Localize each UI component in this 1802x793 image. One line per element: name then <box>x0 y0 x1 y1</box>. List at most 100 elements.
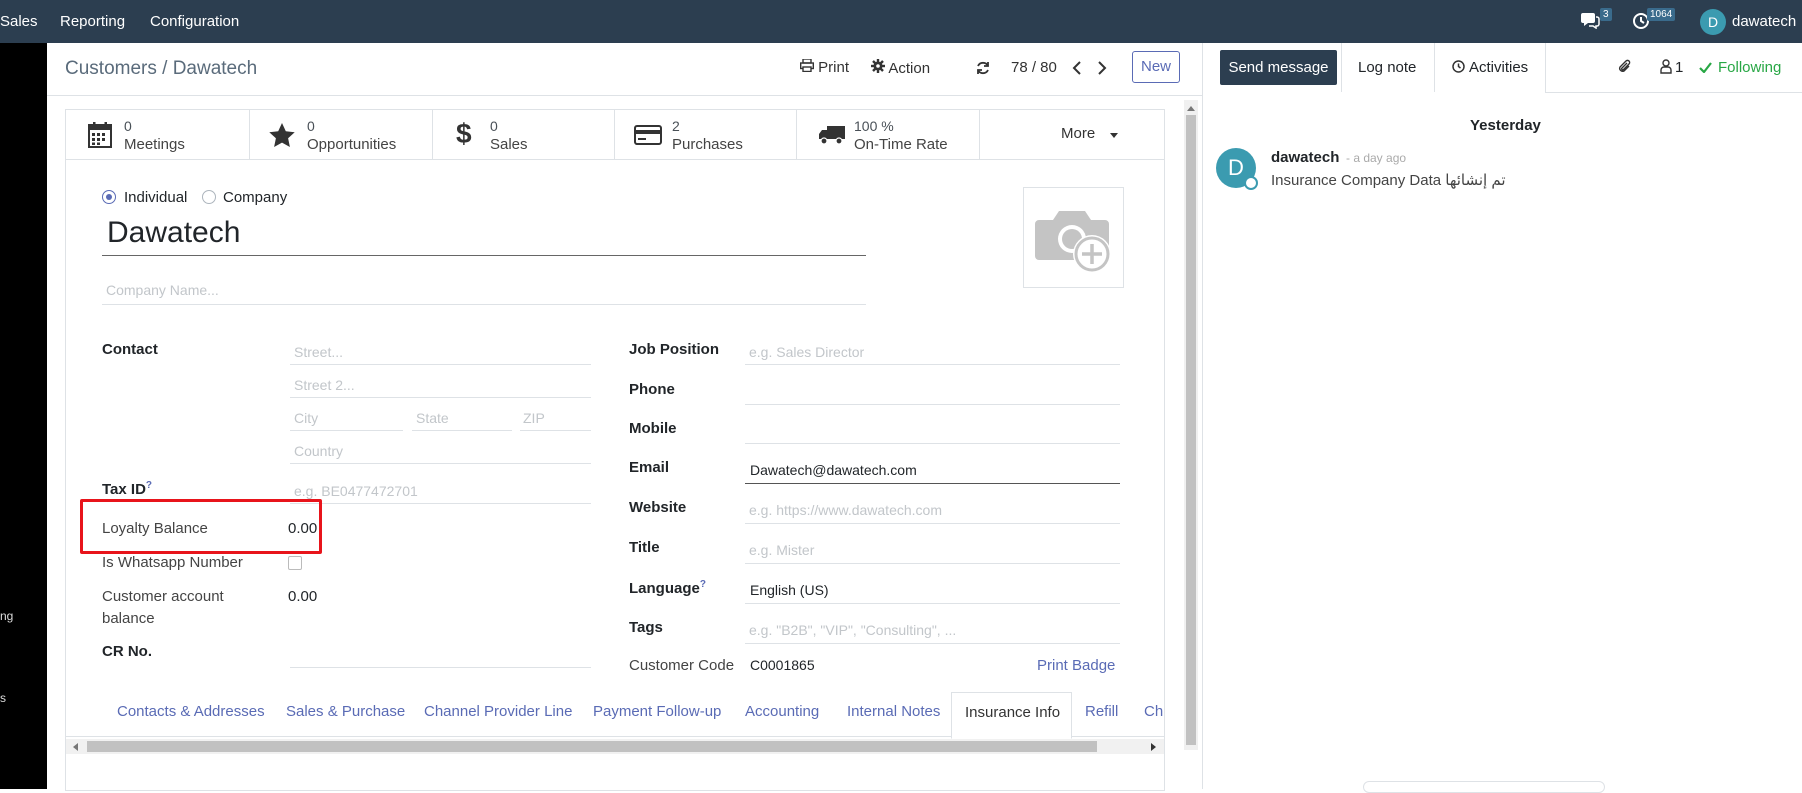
user-avatar[interactable]: D <box>1700 9 1726 35</box>
smart-button-purchases[interactable]: 2 Purchases <box>614 110 797 159</box>
company-name-input[interactable]: Company Name... <box>106 282 219 298</box>
zip-input[interactable]: ZIP <box>523 410 545 426</box>
partner-name-field[interactable]: Dawatech <box>107 216 240 250</box>
scrollbar-thumb[interactable] <box>1186 115 1196 745</box>
log-note-label: Log note <box>1358 59 1417 76</box>
website-label: Website <box>629 499 687 516</box>
menu-configuration[interactable]: Configuration <box>150 13 239 30</box>
activities-button[interactable]: Activities <box>1433 43 1546 92</box>
image-upload[interactable] <box>1023 187 1124 288</box>
menu-reporting[interactable]: Reporting <box>60 13 125 30</box>
log-note-button[interactable]: Log note <box>1341 43 1435 92</box>
job-position-input[interactable]: e.g. Sales Director <box>749 344 864 360</box>
tags-input[interactable]: e.g. "B2B", "VIP", "Consulting", ... <box>749 622 956 638</box>
city-input[interactable]: City <box>294 410 318 426</box>
user-name[interactable]: dawatech <box>1732 13 1796 30</box>
date-separator: Yesterday <box>1470 117 1541 134</box>
scroll-right-icon[interactable] <box>1151 743 1156 751</box>
calendar-icon <box>88 122 112 148</box>
company-label[interactable]: Company <box>223 189 287 206</box>
smart-button-opportunities[interactable]: 0 Opportunities <box>249 110 433 159</box>
more-label: More <box>1061 125 1096 142</box>
state-input[interactable]: State <box>416 410 449 426</box>
scroll-up-icon[interactable] <box>1187 106 1195 111</box>
street2-input[interactable]: Street 2... <box>294 377 355 393</box>
tags-label: Tags <box>629 619 663 636</box>
message-time: - a day ago <box>1346 151 1407 165</box>
new-button[interactable]: New <box>1132 51 1180 83</box>
followers-count[interactable]: 1 <box>1675 59 1683 76</box>
smart-button-on-time-rate[interactable]: 100 % On-Time Rate <box>796 110 980 159</box>
breadcrumb-current: Dawatech <box>172 58 258 79</box>
smart-button-value: 0 <box>490 118 498 134</box>
form-sheet: 0 Meetings 0 Opportunities $ 0 Sales 2 P… <box>65 109 1165 791</box>
smart-button-meetings[interactable]: 0 Meetings <box>66 110 250 159</box>
email-input[interactable]: Dawatech@dawatech.com <box>750 462 917 478</box>
following-button[interactable]: Following <box>1718 59 1781 76</box>
breadcrumb: Customers / Dawatech <box>65 58 257 80</box>
loyalty-balance-value: 0.00 <box>288 520 318 537</box>
tab-label: Insurance Info <box>965 704 1061 721</box>
company-underline <box>102 304 866 305</box>
pager-previous-icon[interactable] <box>1072 61 1082 79</box>
tab-insurance-info[interactable]: Insurance Info <box>951 692 1072 739</box>
clock-icon <box>1452 60 1465 73</box>
smart-button-sales[interactable]: $ 0 Sales <box>432 110 615 159</box>
field-underline <box>745 643 1120 644</box>
scrollbar-thumb[interactable] <box>87 741 1097 752</box>
pager-next-icon[interactable] <box>1097 61 1107 79</box>
field-underline <box>412 430 512 431</box>
breadcrumb-parent[interactable]: Customers <box>65 58 157 79</box>
tab-internal-notes[interactable]: Internal Notes <box>847 703 940 720</box>
action-button[interactable]: Action <box>871 59 930 77</box>
tab-contacts-addresses[interactable]: Contacts & Addresses <box>117 703 265 720</box>
scroll-left-icon[interactable] <box>73 743 78 751</box>
tab-payment-follow-up[interactable]: Payment Follow-up <box>593 703 721 720</box>
tax-id-input[interactable]: e.g. BE0477472701 <box>294 483 418 499</box>
refresh-icon[interactable] <box>976 61 990 79</box>
tab-accounting[interactable]: Accounting <box>745 703 819 720</box>
send-message-button[interactable]: Send message <box>1220 50 1337 85</box>
paperclip-icon[interactable] <box>1618 59 1632 75</box>
tax-id-text: Tax ID <box>102 481 146 498</box>
field-underline <box>745 603 1120 604</box>
tab-sales-purchase[interactable]: Sales & Purchase <box>286 703 405 720</box>
vertical-scrollbar[interactable] <box>1184 100 1198 750</box>
street-input[interactable]: Street... <box>294 344 343 360</box>
follower-icon[interactable] <box>1660 59 1672 74</box>
tab-overflow[interactable]: Ch <box>1144 703 1164 720</box>
field-underline <box>745 483 1120 484</box>
messages-icon[interactable] <box>1580 11 1600 33</box>
country-input[interactable]: Country <box>294 443 343 459</box>
whatsapp-checkbox[interactable] <box>288 556 302 570</box>
help-icon[interactable]: ? <box>146 480 152 491</box>
contact-label: Contact <box>102 341 158 358</box>
print-badge-button[interactable]: Print Badge <box>1037 657 1115 674</box>
chatter-panel: Send message Log note Activities 1 Follo… <box>1202 43 1802 793</box>
smart-button-label: Meetings <box>124 136 185 153</box>
print-button[interactable]: Print <box>799 58 849 76</box>
company-radio[interactable] <box>202 190 216 204</box>
website-input[interactable]: e.g. https://www.dawatech.com <box>749 502 942 518</box>
menu-sales[interactable]: Sales <box>0 13 38 30</box>
individual-radio[interactable] <box>102 190 116 204</box>
mobile-input[interactable] <box>745 443 1120 444</box>
tab-channel-provider-line[interactable]: Channel Provider Line <box>424 703 572 720</box>
horizontal-scrollbar[interactable] <box>66 739 1164 754</box>
caret-down-icon <box>1110 133 1118 138</box>
language-select[interactable]: English (US) <box>750 582 829 598</box>
tab-refill[interactable]: Refill <box>1085 703 1118 720</box>
credit-card-icon <box>634 125 662 145</box>
gear-icon <box>871 59 885 73</box>
title-input[interactable]: e.g. Mister <box>749 542 814 558</box>
message-author[interactable]: dawatech <box>1271 149 1339 166</box>
phone-label: Phone <box>629 381 675 398</box>
loyalty-balance-label: Loyalty Balance <box>102 520 208 537</box>
more-button[interactable]: More <box>979 110 1164 159</box>
phone-input[interactable] <box>745 404 1120 405</box>
help-icon[interactable]: ? <box>700 579 706 590</box>
pager-value[interactable]: 78 / 80 <box>1011 59 1057 76</box>
smart-button-label: Opportunities <box>307 136 397 153</box>
customer-account-balance-label: Customer account <box>102 588 224 605</box>
individual-label[interactable]: Individual <box>124 189 187 206</box>
